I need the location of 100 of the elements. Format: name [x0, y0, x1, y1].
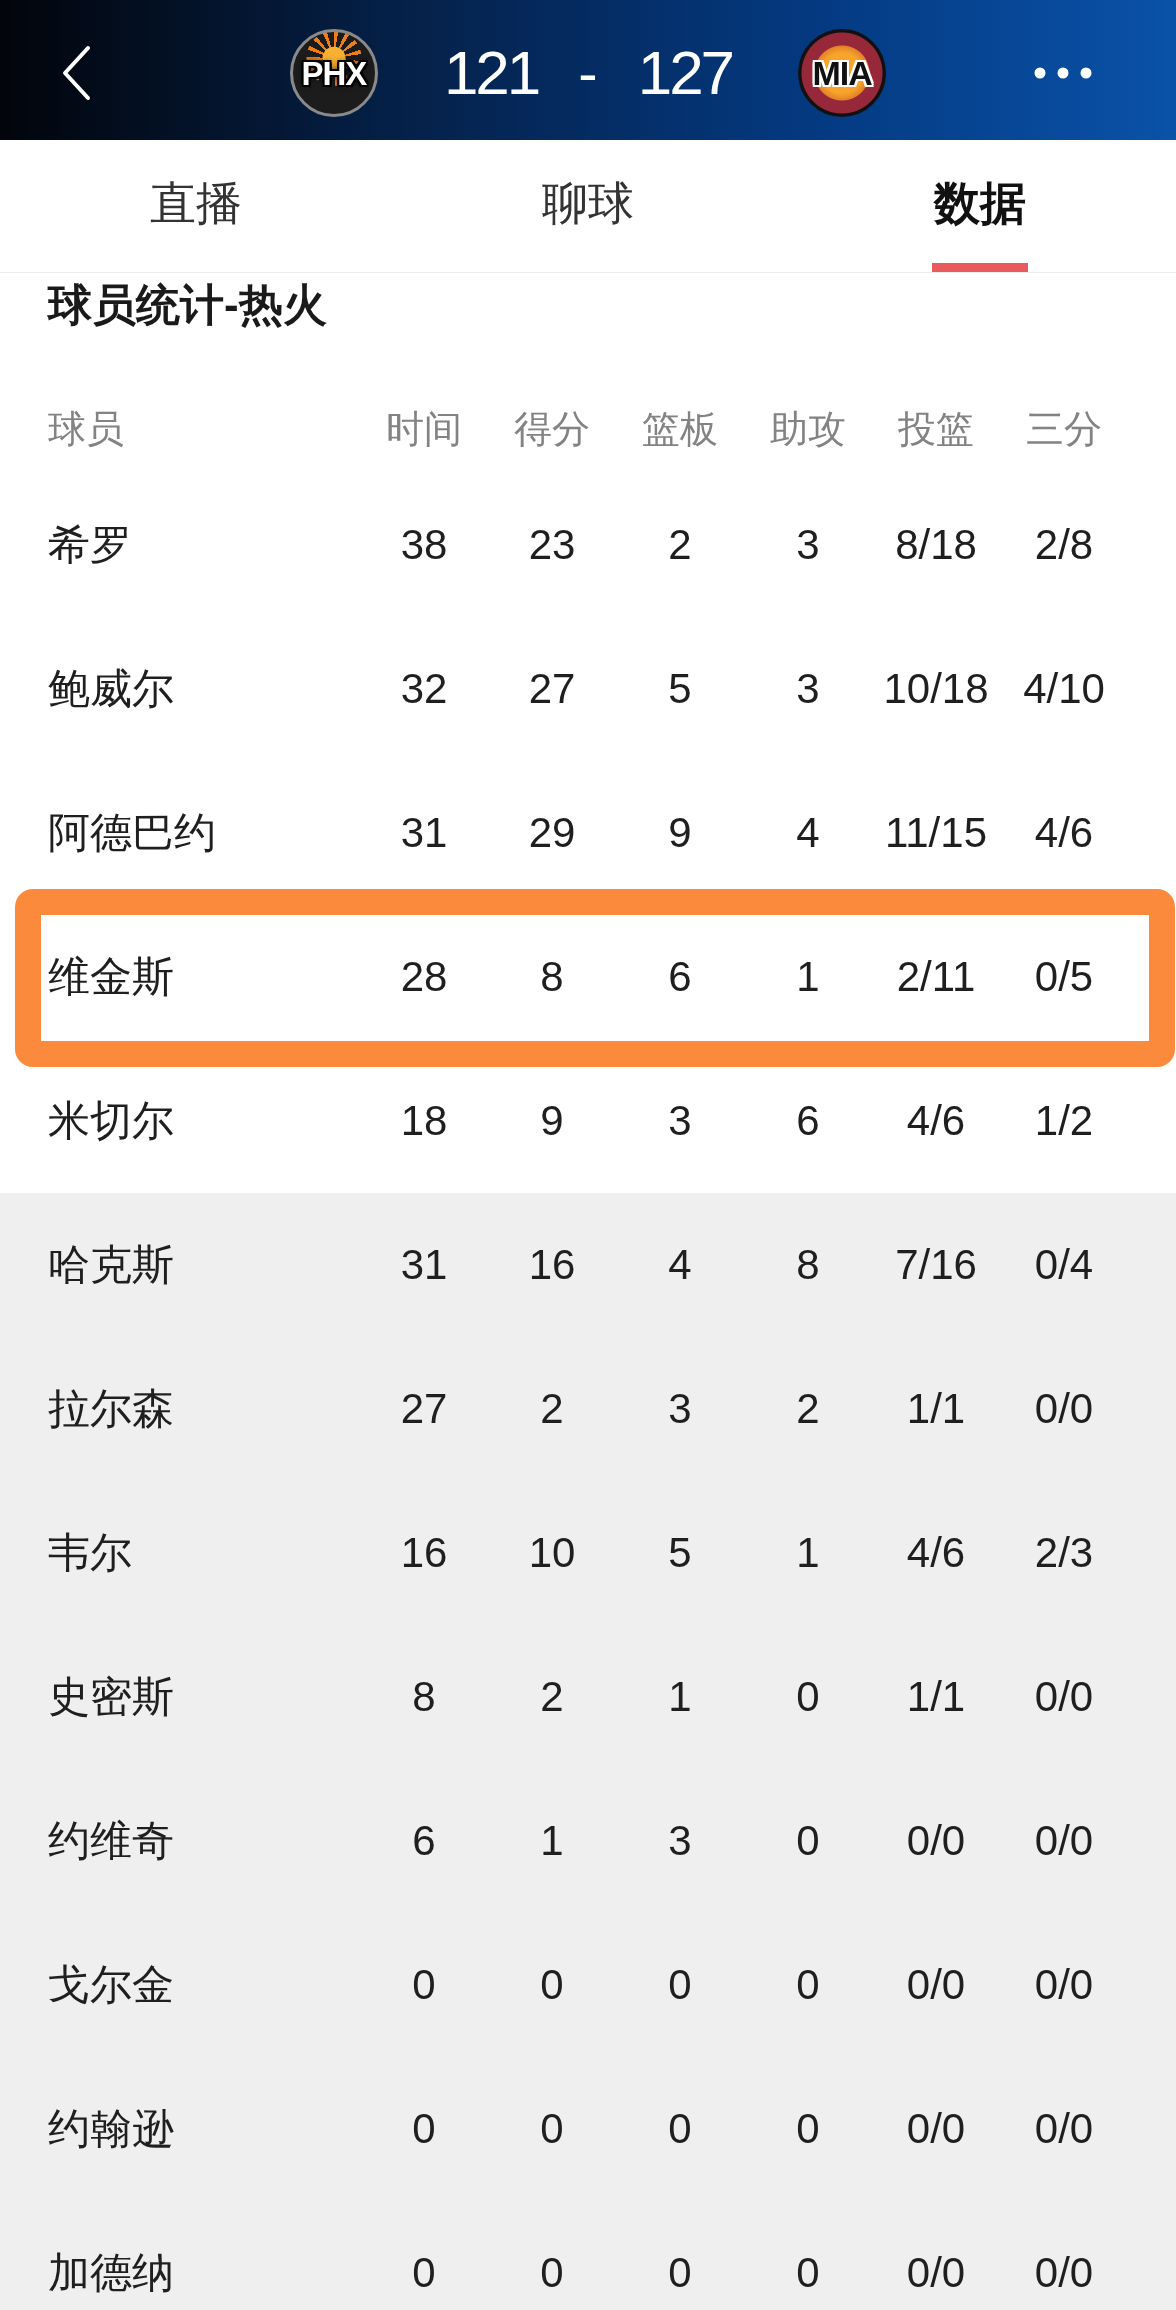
stat-value: 27 [528, 667, 576, 711]
column-header: 时间 [386, 407, 462, 451]
stat-value: 4/6 [906, 1531, 966, 1575]
stat-value: 1 [796, 1531, 820, 1575]
stat-value: 3 [668, 1387, 692, 1431]
team-logo: MIA [798, 29, 887, 117]
stat-value: 0 [540, 2251, 564, 2295]
stat-value: 5 [668, 1531, 692, 1575]
stat-value: 0 [412, 2251, 436, 2295]
stat-value: 9 [668, 811, 692, 855]
stat-value: 8 [540, 955, 564, 999]
stat-value: 27 [400, 1387, 448, 1431]
stat-value: 0 [540, 1963, 564, 2007]
stat-value: 18 [400, 1099, 448, 1143]
stat-value: 3 [796, 523, 820, 567]
stat-value: 4/6 [1034, 811, 1094, 855]
stat-value: 0/0 [906, 2107, 966, 2151]
column-header: 球员 [48, 407, 124, 451]
stat-value: 3 [668, 1819, 692, 1863]
player-name: 戈尔金 [48, 1963, 174, 2007]
stat-value: 0/0 [906, 1963, 966, 2007]
stat-value: 0/5 [1034, 955, 1094, 999]
stat-value: 29 [528, 811, 576, 855]
stat-value: 0 [796, 1963, 820, 2007]
player-name: 加德纳 [48, 2251, 174, 2295]
stat-value: 28 [400, 955, 448, 999]
stat-value: 1 [796, 955, 820, 999]
player-name: 史密斯 [48, 1675, 174, 1719]
player-name: 约维奇 [48, 1819, 174, 1863]
player-name: 约翰逊 [48, 2107, 174, 2151]
stat-value: 2/11 [896, 955, 976, 999]
stat-value: 7/16 [895, 1243, 977, 1287]
section-title: 球员统计-热火 [48, 280, 327, 329]
player-name: 维金斯 [48, 955, 174, 999]
back-icon [60, 45, 92, 101]
team-score: 127 [637, 42, 733, 104]
player-name: 米切尔 [48, 1099, 174, 1143]
stat-value: 0 [796, 1675, 820, 1719]
stat-value: 10 [528, 1531, 576, 1575]
stat-value: 0 [412, 2107, 436, 2151]
stat-value: 8 [796, 1243, 820, 1287]
tab[interactable]: 聊球 [392, 140, 784, 272]
stat-value: 16 [400, 1531, 448, 1575]
stat-value: 0/0 [1034, 1387, 1094, 1431]
stat-value: 0 [668, 1963, 692, 2007]
player-name: 哈克斯 [48, 1243, 174, 1287]
stat-value: 0 [796, 2251, 820, 2295]
stat-value: 0 [796, 1819, 820, 1863]
stat-value: 0/0 [1034, 1675, 1094, 1719]
stat-value: 2 [796, 1387, 820, 1431]
player-name: 韦尔 [48, 1531, 132, 1575]
stat-value: 2 [540, 1675, 564, 1719]
stat-value: 23 [528, 523, 576, 567]
team-score: 121 [443, 42, 539, 104]
stat-value: 0/0 [1034, 1963, 1094, 2007]
stat-value: 0 [668, 2107, 692, 2151]
player-name: 希罗 [48, 523, 132, 567]
stat-value: 10/18 [883, 667, 989, 711]
stat-value: 4 [668, 1243, 692, 1287]
stat-value: 0/0 [1034, 1819, 1094, 1863]
stat-value: 0/0 [1034, 2107, 1094, 2151]
stat-value: 8/18 [895, 523, 977, 567]
player-name: 阿德巴约 [48, 811, 216, 855]
stat-value: 1/1 [906, 1675, 966, 1719]
stat-value: 1 [540, 1819, 564, 1863]
stat-value: 4 [796, 811, 820, 855]
stat-value: 5 [668, 667, 692, 711]
stat-value: 6 [412, 1819, 436, 1863]
stat-value: 11/15 [885, 811, 987, 855]
more-button[interactable] [1034, 67, 1092, 79]
tab[interactable]: 直播 [0, 140, 392, 272]
back-button[interactable] [60, 45, 92, 101]
stat-value: 2 [540, 1387, 564, 1431]
stat-value: 3 [668, 1099, 692, 1143]
stat-value: 0/0 [1034, 2251, 1094, 2295]
stat-value: 8 [412, 1675, 436, 1719]
column-header: 三分 [1026, 407, 1102, 451]
stat-value: 31 [400, 1243, 448, 1287]
stat-value: 2 [668, 523, 692, 567]
stat-value: 1 [668, 1675, 692, 1719]
stat-value: 0/0 [906, 2251, 966, 2295]
stat-value: 16 [528, 1243, 576, 1287]
column-header: 助攻 [770, 407, 846, 451]
column-header: 篮板 [642, 407, 718, 451]
stat-value: 3 [796, 667, 820, 711]
column-header: 得分 [514, 407, 590, 451]
player-name: 拉尔森 [48, 1387, 174, 1431]
stat-value: 32 [400, 667, 448, 711]
stat-value: 38 [400, 523, 448, 567]
stat-value: 31 [400, 811, 448, 855]
score-separator: - [578, 44, 598, 102]
player-name: 鲍威尔 [48, 667, 174, 711]
stat-value: 0 [540, 2107, 564, 2151]
stat-value: 0 [412, 1963, 436, 2007]
stat-value: 6 [796, 1099, 820, 1143]
stat-value: 0 [668, 2251, 692, 2295]
more-icon [1034, 67, 1092, 79]
stat-value: 2/3 [1034, 1531, 1094, 1575]
tab[interactable]: 数据 [784, 140, 1176, 272]
stat-value: 0/4 [1034, 1243, 1094, 1287]
